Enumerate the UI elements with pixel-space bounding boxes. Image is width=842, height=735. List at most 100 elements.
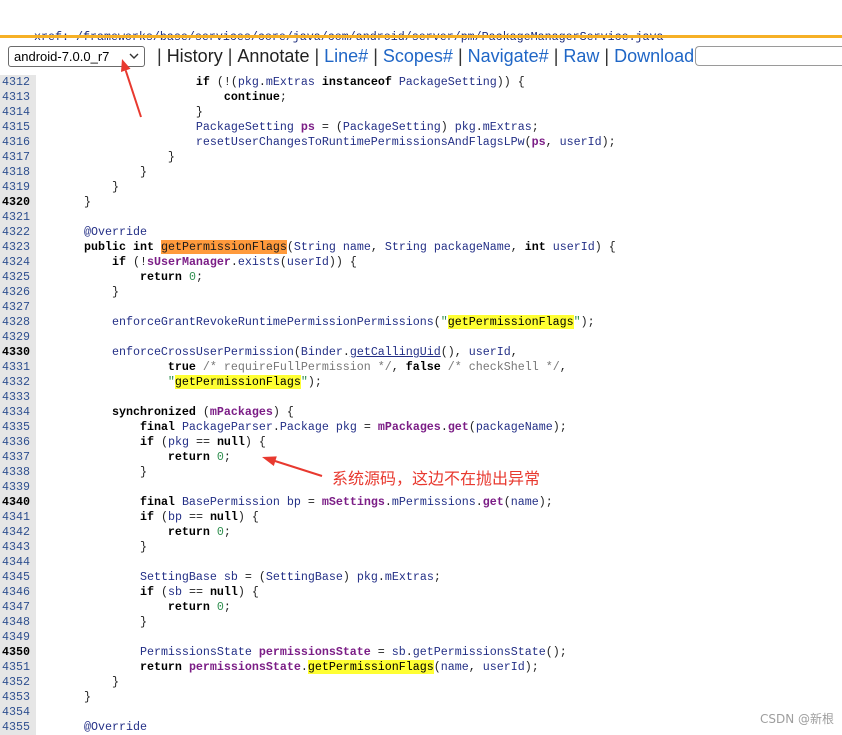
code-identifier[interactable]: pkg bbox=[455, 120, 476, 134]
code-field[interactable]: ps bbox=[532, 135, 546, 149]
code-identifier[interactable]: packageName bbox=[434, 240, 511, 254]
line-number[interactable]: 4316 bbox=[2, 135, 30, 150]
line-number[interactable]: 4337 bbox=[2, 450, 30, 465]
code-identifier[interactable]: packageName bbox=[476, 420, 553, 434]
code-identifier[interactable]: enforceCrossUserPermission bbox=[112, 345, 294, 359]
nav-raw[interactable]: Raw bbox=[563, 45, 599, 67]
code-identifier[interactable]: exists bbox=[238, 255, 280, 269]
code-field[interactable]: mSettings bbox=[322, 495, 385, 509]
line-number[interactable]: 4354 bbox=[2, 705, 30, 720]
code-identifier[interactable]: sb bbox=[392, 645, 406, 659]
code-identifier[interactable]: resetUserChangesToRuntimePermissionsAndF… bbox=[196, 135, 525, 149]
code-field[interactable]: sUserManager bbox=[147, 255, 231, 269]
line-number[interactable]: 4312 bbox=[2, 75, 30, 90]
line-number[interactable]: 4338 bbox=[2, 465, 30, 480]
code-identifier[interactable]: getPermissionsState bbox=[413, 645, 546, 659]
code-field[interactable]: get bbox=[448, 420, 469, 434]
line-number[interactable]: 4334 bbox=[2, 405, 30, 420]
version-select[interactable]: android-7.0.0_r7 bbox=[8, 46, 145, 67]
code-identifier[interactable]: userId bbox=[553, 240, 595, 254]
code-field[interactable]: permissionsState bbox=[259, 645, 371, 659]
line-number[interactable]: 4324 bbox=[2, 255, 30, 270]
code-identifier[interactable]: userId bbox=[469, 345, 511, 359]
definition-highlight[interactable]: getPermissionFlags bbox=[160, 240, 287, 254]
line-number[interactable]: 4345 bbox=[2, 570, 30, 585]
line-number[interactable]: 4342 bbox=[2, 525, 30, 540]
line-number[interactable]: 4351 bbox=[2, 660, 30, 675]
code-identifier[interactable]: bp bbox=[168, 510, 182, 524]
line-number[interactable]: 4335 bbox=[2, 420, 30, 435]
code-identifier[interactable]: PackageParser bbox=[182, 420, 273, 434]
code-identifier[interactable]: String bbox=[385, 240, 427, 254]
line-number[interactable]: 4350 bbox=[2, 645, 30, 660]
code-identifier[interactable]: name bbox=[441, 660, 469, 674]
line-number[interactable]: 4328 bbox=[2, 315, 30, 330]
line-number[interactable]: 4315 bbox=[2, 120, 30, 135]
line-number[interactable]: 4344 bbox=[2, 555, 30, 570]
code-identifier[interactable]: BasePermission bbox=[182, 495, 280, 509]
code-identifier[interactable]: String bbox=[294, 240, 336, 254]
code-field[interactable]: mPackages bbox=[378, 420, 441, 434]
line-number[interactable]: 4349 bbox=[2, 630, 30, 645]
line-number[interactable]: 4340 bbox=[2, 495, 30, 510]
line-number[interactable]: 4352 bbox=[2, 675, 30, 690]
line-number[interactable]: 4314 bbox=[2, 105, 30, 120]
nav-history[interactable]: History bbox=[167, 45, 223, 67]
line-number[interactable]: 4339 bbox=[2, 480, 30, 495]
code-identifier[interactable]: PackageSetting bbox=[196, 120, 294, 134]
line-number[interactable]: 4323 bbox=[2, 240, 30, 255]
line-number[interactable]: 4346 bbox=[2, 585, 30, 600]
code-identifier[interactable]: userId bbox=[483, 660, 525, 674]
code-identifier[interactable]: pkg bbox=[336, 420, 357, 434]
code-identifier[interactable]: mExtras bbox=[483, 120, 532, 134]
line-number[interactable]: 4347 bbox=[2, 600, 30, 615]
line-number[interactable]: 4331 bbox=[2, 360, 30, 375]
nav-scopes[interactable]: Scopes# bbox=[383, 45, 453, 67]
code-identifier[interactable]: PackageSetting bbox=[343, 120, 441, 134]
line-number[interactable]: 4321 bbox=[2, 210, 30, 225]
line-number[interactable]: 4329 bbox=[2, 330, 30, 345]
code-identifier[interactable]: pkg bbox=[357, 570, 378, 584]
line-number[interactable]: 4330 bbox=[2, 345, 30, 360]
code-identifier[interactable]: SettingBase bbox=[140, 570, 217, 584]
code-identifier[interactable]: PermissionsState bbox=[140, 645, 252, 659]
code-identifier[interactable]: userId bbox=[287, 255, 329, 269]
line-number[interactable]: 4327 bbox=[2, 300, 30, 315]
line-number[interactable]: 4320 bbox=[2, 195, 30, 210]
nav-download[interactable]: Download bbox=[614, 45, 694, 67]
nav-line-numbers[interactable]: Line# bbox=[324, 45, 368, 67]
code-identifier[interactable]: name bbox=[343, 240, 371, 254]
code-identifier[interactable]: pkg bbox=[238, 75, 259, 89]
code-identifier[interactable]: SettingBase bbox=[266, 570, 343, 584]
line-number[interactable]: 4322 bbox=[2, 225, 30, 240]
code-identifier[interactable]: mPermissions bbox=[392, 495, 476, 509]
line-number[interactable]: 4353 bbox=[2, 690, 30, 705]
line-number[interactable]: 4355 bbox=[2, 720, 30, 735]
code-identifier[interactable]: enforceGrantRevokeRuntimePermissionPermi… bbox=[112, 315, 434, 329]
line-number[interactable]: 4343 bbox=[2, 540, 30, 555]
code-identifier[interactable]: bp bbox=[287, 495, 301, 509]
code-identifier[interactable]: mExtras bbox=[385, 570, 434, 584]
code-identifier[interactable]: pkg bbox=[168, 435, 189, 449]
code-identifier[interactable]: PackageSetting bbox=[399, 75, 497, 89]
line-number[interactable]: 4333 bbox=[2, 390, 30, 405]
line-number[interactable]: 4325 bbox=[2, 270, 30, 285]
code-identifier[interactable]: sb bbox=[168, 585, 182, 599]
line-number[interactable]: 4319 bbox=[2, 180, 30, 195]
code-identifier[interactable]: mExtras bbox=[266, 75, 315, 89]
line-number[interactable]: 4313 bbox=[2, 90, 30, 105]
code-link[interactable]: getCallingUid bbox=[350, 345, 441, 359]
line-number[interactable]: 4326 bbox=[2, 285, 30, 300]
line-number[interactable]: 4317 bbox=[2, 150, 30, 165]
code-field[interactable]: mPackages bbox=[210, 405, 273, 419]
search-input[interactable] bbox=[695, 46, 842, 66]
line-number[interactable]: 4332 bbox=[2, 375, 30, 390]
code-identifier[interactable]: Package bbox=[280, 420, 329, 434]
code-field[interactable]: ps bbox=[301, 120, 315, 134]
code-field[interactable]: permissionsState bbox=[189, 660, 301, 674]
nav-navigate[interactable]: Navigate# bbox=[468, 45, 549, 67]
code-identifier[interactable]: Binder bbox=[301, 345, 343, 359]
line-number[interactable]: 4341 bbox=[2, 510, 30, 525]
line-number[interactable]: 4336 bbox=[2, 435, 30, 450]
code-identifier[interactable]: name bbox=[511, 495, 539, 509]
